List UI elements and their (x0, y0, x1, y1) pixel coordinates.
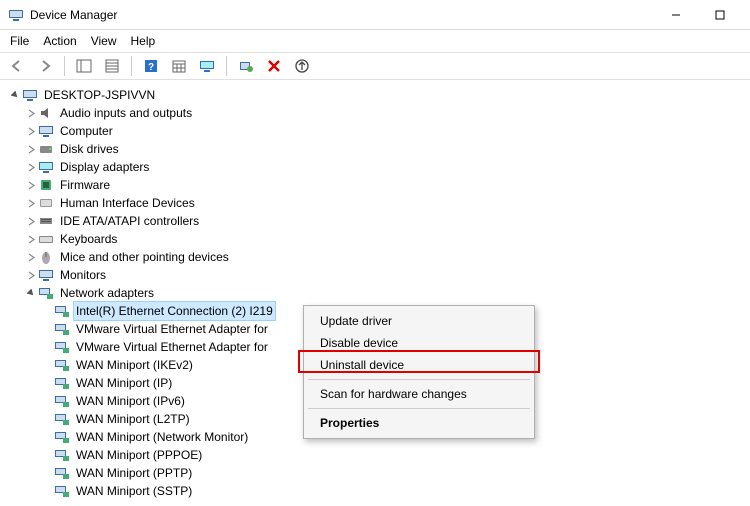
tree-category[interactable]: Audio inputs and outputs (4, 104, 746, 122)
audio-icon (38, 105, 54, 121)
menu-action[interactable]: Action (43, 34, 76, 48)
expander-icon[interactable] (24, 199, 38, 208)
uninstall-button[interactable] (263, 55, 285, 77)
tree-root[interactable]: DESKTOP-JSPIVVN (4, 86, 746, 104)
context-uninstall-device[interactable]: Uninstall device (306, 354, 532, 376)
toolbar-separator (131, 56, 132, 76)
menu-help[interactable]: Help (131, 34, 156, 48)
context-properties[interactable]: Properties (306, 412, 532, 434)
update-driver-button[interactable] (291, 55, 313, 77)
tree-category[interactable]: Human Interface Devices (4, 194, 746, 212)
toolbar-separator (226, 56, 227, 76)
window-title: Device Manager (30, 8, 654, 22)
tree-device[interactable]: WAN Miniport (PPTP) (4, 464, 746, 482)
titlebar: Device Manager (0, 0, 750, 30)
context-separator (308, 379, 530, 380)
maximize-button[interactable] (698, 1, 742, 29)
tree-category[interactable]: Display adapters (4, 158, 746, 176)
context-update-driver[interactable]: Update driver (306, 310, 532, 332)
menubar: File Action View Help (0, 30, 750, 52)
expander-icon[interactable] (24, 109, 38, 118)
menu-file[interactable]: File (10, 34, 29, 48)
network-adapter-icon (54, 357, 70, 373)
monitor-button[interactable] (196, 55, 218, 77)
tree-category[interactable]: Keyboards (4, 230, 746, 248)
context-scan-hardware[interactable]: Scan for hardware changes (306, 383, 532, 405)
scan-hardware-button[interactable] (235, 55, 257, 77)
tree-category[interactable]: Monitors (4, 266, 746, 284)
expander-icon[interactable] (24, 253, 38, 262)
expander-icon[interactable] (24, 289, 38, 298)
tree-category[interactable]: Mice and other pointing devices (4, 248, 746, 266)
ide-icon (38, 213, 54, 229)
device-manager-icon (8, 7, 24, 23)
calendar-button[interactable] (168, 55, 190, 77)
context-disable-device[interactable]: Disable device (306, 332, 532, 354)
window-controls (654, 1, 742, 29)
expander-icon[interactable] (24, 145, 38, 154)
tree-category-network-adapters[interactable]: Network adapters (4, 284, 746, 302)
network-adapter-icon (54, 429, 70, 445)
expander-icon[interactable] (24, 181, 38, 190)
properties-button[interactable] (101, 55, 123, 77)
network-adapter-icon (54, 375, 70, 391)
back-button[interactable] (6, 55, 28, 77)
help-button[interactable]: ? (140, 55, 162, 77)
keyboard-icon (38, 231, 54, 247)
hid-icon (38, 195, 54, 211)
tree-category[interactable]: Disk drives (4, 140, 746, 158)
computer-icon (38, 123, 54, 139)
forward-button[interactable] (34, 55, 56, 77)
network-icon (38, 285, 54, 301)
mouse-icon (38, 249, 54, 265)
network-adapter-icon (54, 339, 70, 355)
monitor-icon (38, 267, 54, 283)
menu-view[interactable]: View (91, 34, 117, 48)
toolbar: ? (0, 52, 750, 80)
expander-icon[interactable] (8, 91, 22, 100)
network-adapter-icon (54, 411, 70, 427)
context-menu: Update driver Disable device Uninstall d… (303, 305, 535, 439)
context-separator (308, 408, 530, 409)
tree-category[interactable]: IDE ATA/ATAPI controllers (4, 212, 746, 230)
expander-icon[interactable] (24, 163, 38, 172)
tree-root-label: DESKTOP-JSPIVVN (42, 86, 157, 104)
tree-category[interactable]: Firmware (4, 176, 746, 194)
network-adapter-icon (54, 483, 70, 499)
tree-category[interactable]: Computer (4, 122, 746, 140)
disk-icon (38, 141, 54, 157)
computer-icon (22, 87, 38, 103)
device-tree[interactable]: DESKTOP-JSPIVVN Audio inputs and outputs… (0, 80, 750, 506)
network-adapter-icon (54, 465, 70, 481)
firmware-icon (38, 177, 54, 193)
network-adapter-icon (54, 447, 70, 463)
svg-text:?: ? (148, 62, 154, 73)
toolbar-separator (64, 56, 65, 76)
expander-icon[interactable] (24, 235, 38, 244)
show-hide-tree-button[interactable] (73, 55, 95, 77)
network-adapter-icon (54, 303, 70, 319)
network-adapter-icon (54, 321, 70, 337)
tree-device[interactable]: WAN Miniport (PPPOE) (4, 446, 746, 464)
expander-icon[interactable] (24, 217, 38, 226)
display-icon (38, 159, 54, 175)
minimize-button[interactable] (654, 1, 698, 29)
tree-device[interactable]: WAN Miniport (SSTP) (4, 482, 746, 500)
expander-icon[interactable] (24, 271, 38, 280)
expander-icon[interactable] (24, 127, 38, 136)
network-adapter-icon (54, 393, 70, 409)
